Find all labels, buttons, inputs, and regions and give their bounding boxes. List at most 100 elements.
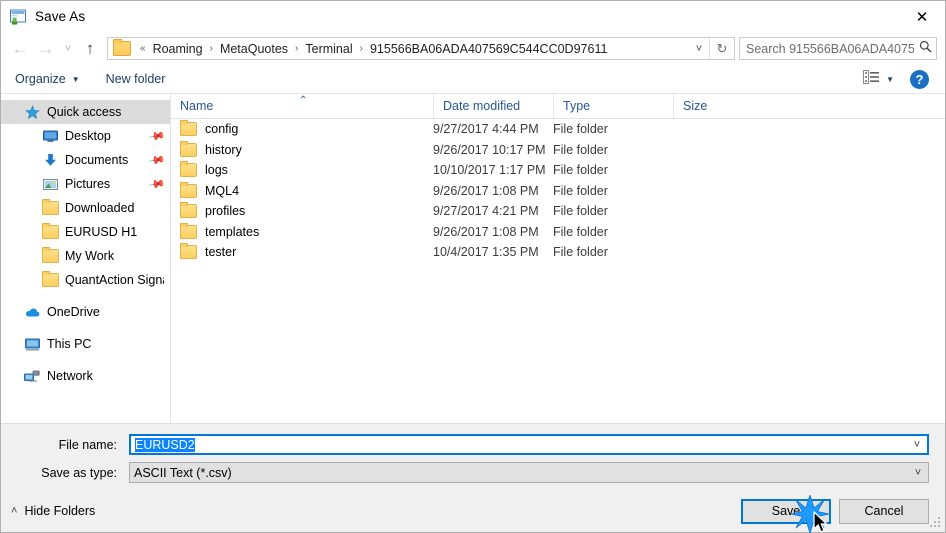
window-title: Save As bbox=[35, 9, 86, 24]
folder-icon bbox=[113, 39, 131, 56]
resize-grip[interactable] bbox=[930, 517, 942, 529]
file-rows: config 9/27/2017 4:44 PM File folder his… bbox=[171, 119, 945, 423]
back-button[interactable]: ← bbox=[7, 36, 33, 62]
file-name-cell[interactable]: logs bbox=[171, 161, 433, 178]
file-name-cell[interactable]: profiles bbox=[171, 202, 433, 219]
sidebar-item-pictures[interactable]: Pictures 📌 bbox=[1, 172, 170, 196]
folder-icon bbox=[180, 222, 197, 239]
file-name-label: tester bbox=[205, 245, 237, 260]
address-bar[interactable]: « Roaming › MetaQuotes › Terminal › 9155… bbox=[107, 37, 735, 60]
table-row[interactable]: tester 10/4/2017 1:35 PM File folder bbox=[171, 242, 945, 263]
file-name-label: templates bbox=[205, 224, 260, 239]
table-row[interactable]: templates 9/26/2017 1:08 PM File folder bbox=[171, 222, 945, 243]
sidebar-item-label: Network bbox=[47, 369, 93, 383]
search-input[interactable]: Search 915566BA06ADA40756... bbox=[739, 37, 937, 60]
breadcrumb-overflow[interactable]: « bbox=[135, 43, 151, 54]
folder-icon bbox=[180, 202, 197, 219]
column-header-name[interactable]: Name ⌃ bbox=[171, 94, 433, 118]
new-folder-button[interactable]: New folder bbox=[106, 72, 166, 86]
sidebar-item-quick-access[interactable]: Quick access bbox=[1, 100, 170, 124]
column-header-date-modified[interactable]: Date modified bbox=[433, 94, 553, 118]
star-icon bbox=[23, 104, 41, 120]
sidebar-item-this-pc[interactable]: This PC bbox=[1, 332, 170, 356]
refresh-icon[interactable]: ↻ bbox=[709, 38, 734, 59]
close-icon[interactable]: ✕ bbox=[899, 1, 945, 32]
file-name-cell[interactable]: templates bbox=[171, 222, 433, 239]
sidebar-item-label: OneDrive bbox=[47, 305, 100, 319]
date-modified-cell: 9/27/2017 4:21 PM bbox=[433, 204, 539, 219]
chevron-down-icon[interactable]: ˅ bbox=[907, 439, 927, 451]
breadcrumb-item-roaming[interactable]: Roaming bbox=[151, 42, 205, 56]
file-name-cell[interactable]: config bbox=[171, 120, 433, 137]
network-icon bbox=[23, 370, 41, 383]
title-bar: Save As ✕ bbox=[1, 1, 945, 32]
file-name-cell[interactable]: MQL4 bbox=[171, 181, 433, 198]
pin-icon[interactable]: 📌 bbox=[148, 151, 167, 170]
sidebar-item-my-work[interactable]: My Work bbox=[1, 244, 170, 268]
help-button[interactable]: ? bbox=[910, 69, 929, 89]
navigation-sidebar: Quick access Desktop 📌 Documents 📌 Pictu… bbox=[1, 94, 171, 423]
sidebar-item-documents[interactable]: Documents 📌 bbox=[1, 148, 170, 172]
date-modified-cell: 9/26/2017 1:08 PM bbox=[433, 224, 539, 239]
file-name-label: config bbox=[205, 122, 239, 137]
sidebar-item-label: EURUSD H1 bbox=[65, 225, 138, 239]
chevron-right-icon: › bbox=[295, 43, 299, 54]
file-name-cell[interactable]: tester bbox=[171, 243, 433, 260]
organize-button[interactable]: Organize ▼ bbox=[15, 72, 80, 86]
file-name-label: history bbox=[205, 142, 242, 157]
sidebar-item-label: My Work bbox=[65, 249, 115, 263]
save-form: File name: EURUSD2 ˅ Save as type: ASCII… bbox=[1, 423, 945, 490]
chevron-down-icon: ▼ bbox=[886, 74, 894, 84]
sidebar-item-eurusd-h1[interactable]: EURUSD H1 bbox=[1, 220, 170, 244]
date-modified-cell: 9/27/2017 4:44 PM bbox=[433, 122, 539, 137]
this-pc-icon bbox=[23, 338, 41, 351]
folder-icon bbox=[180, 120, 197, 137]
column-headers: Name ⌃ Date modified Type Size bbox=[171, 94, 945, 119]
column-header-size[interactable]: Size bbox=[673, 94, 745, 118]
pin-icon[interactable]: 📌 bbox=[148, 175, 167, 194]
chevron-down-icon[interactable]: ˅ bbox=[908, 467, 928, 479]
table-row[interactable]: profiles 9/27/2017 4:21 PM File folder bbox=[171, 201, 945, 222]
pin-icon[interactable]: 📌 bbox=[148, 127, 167, 146]
navigation-bar: ← → ˅ ↑ « Roaming › MetaQuotes › Termina… bbox=[1, 32, 945, 65]
folder-icon bbox=[180, 161, 197, 178]
column-header-label: Name bbox=[180, 99, 214, 113]
type-cell: File folder bbox=[553, 245, 608, 260]
breadcrumb-item-terminal[interactable]: Terminal bbox=[303, 42, 354, 56]
recent-locations-button[interactable]: ˅ bbox=[59, 36, 77, 62]
change-view-button[interactable]: ▼ bbox=[863, 69, 894, 89]
breadcrumb-item-metaquotes[interactable]: MetaQuotes bbox=[218, 42, 290, 56]
date-modified-cell: 10/10/2017 1:17 PM bbox=[433, 163, 546, 178]
sidebar-item-label: Documents bbox=[65, 153, 129, 167]
file-name-input[interactable]: EURUSD2 ˅ bbox=[129, 434, 929, 455]
organize-label: Organize bbox=[15, 72, 66, 86]
table-row[interactable]: MQL4 9/26/2017 1:08 PM File folder bbox=[171, 181, 945, 202]
sidebar-item-onedrive[interactable]: OneDrive bbox=[1, 300, 170, 324]
hide-folders-button[interactable]: ˄ Hide Folders bbox=[11, 504, 95, 518]
search-placeholder: Search 915566BA06ADA40756... bbox=[746, 41, 914, 56]
save-as-dialog: Save As ✕ ← → ˅ ↑ « Roaming › MetaQuotes… bbox=[0, 0, 946, 533]
sidebar-item-desktop[interactable]: Desktop 📌 bbox=[1, 124, 170, 148]
file-list-pane: Name ⌃ Date modified Type Size config 9/… bbox=[171, 94, 945, 423]
forward-button[interactable]: → bbox=[33, 36, 59, 62]
type-cell: File folder bbox=[553, 204, 608, 219]
chevron-right-icon: › bbox=[359, 43, 363, 54]
save-button[interactable]: Save bbox=[741, 493, 831, 533]
chevron-down-icon[interactable]: ˅ bbox=[689, 43, 709, 55]
file-name-selected-text: EURUSD2 bbox=[135, 437, 195, 452]
sidebar-item-downloaded[interactable]: Downloaded bbox=[1, 196, 170, 220]
sidebar-item-label: Downloaded bbox=[65, 201, 135, 215]
sidebar-item-network[interactable]: Network bbox=[1, 364, 170, 388]
save-as-type-select[interactable]: ASCII Text (*.csv) ˅ bbox=[129, 462, 929, 483]
table-row[interactable]: logs 10/10/2017 1:17 PM File folder bbox=[171, 160, 945, 181]
table-row[interactable]: config 9/27/2017 4:44 PM File folder bbox=[171, 119, 945, 140]
save-button-label: Save bbox=[771, 504, 801, 518]
column-header-type[interactable]: Type bbox=[553, 94, 673, 118]
cancel-button[interactable]: Cancel bbox=[839, 498, 929, 524]
save-as-type-label: Save as type: bbox=[41, 465, 117, 480]
file-name-cell[interactable]: history bbox=[171, 140, 433, 157]
up-button[interactable]: ↑ bbox=[77, 36, 103, 62]
breadcrumb-item-terminal-id[interactable]: 915566BA06ADA407569C544CC0D97611 bbox=[368, 42, 609, 56]
table-row[interactable]: history 9/26/2017 10:17 PM File folder bbox=[171, 140, 945, 161]
sidebar-item-quantaction-signal[interactable]: QuantAction Signal bbox=[1, 268, 170, 292]
